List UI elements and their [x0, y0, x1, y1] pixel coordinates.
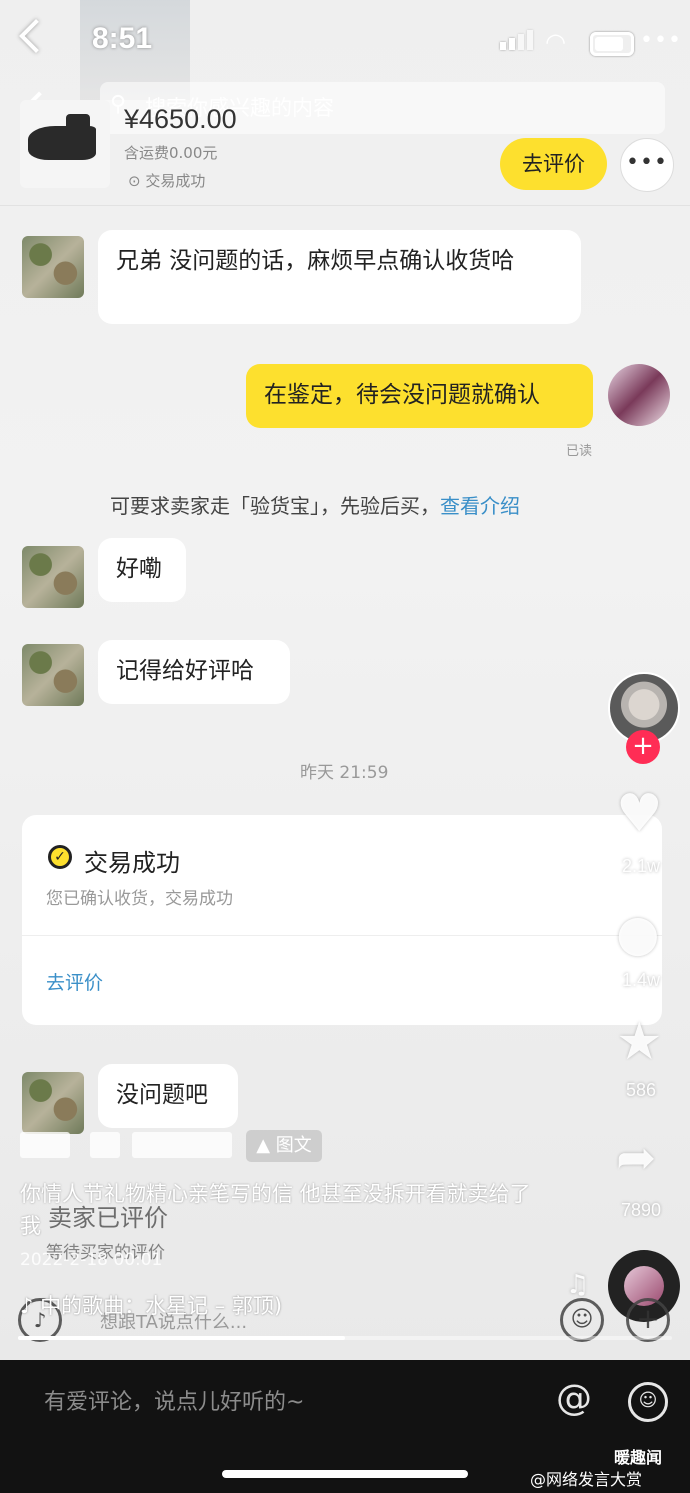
back-arrow-icon[interactable]	[19, 19, 53, 53]
seller-avatar[interactable]	[22, 236, 84, 298]
progress-fill	[18, 1336, 345, 1340]
battery-icon	[590, 32, 634, 56]
card-divider	[22, 935, 662, 936]
chat-screen: 8:51 ◠ ••• ⚲ 搜索你感兴趣的内容 ¥4650.00 含运费0.00元…	[0, 0, 690, 1360]
seller-avatar[interactable]	[22, 1072, 84, 1134]
watermark-title: 暖趣闻	[614, 1448, 663, 1467]
my-avatar[interactable]	[608, 364, 670, 426]
heart-icon[interactable]: ♥	[616, 784, 663, 844]
card-review-link[interactable]: 去评价	[46, 968, 103, 995]
product-price: ¥4650.00	[124, 104, 237, 134]
system-tip-text: 可要求卖家走「验货宝」，先验后买，	[110, 494, 440, 518]
post-date: 2022-2-18 00:01	[20, 1250, 163, 1270]
comment-input[interactable]: 有爱评论，说点儿好听的~	[44, 1384, 304, 1416]
wifi-icon: ◠	[545, 28, 566, 56]
message-bubble: 好嘞	[98, 538, 186, 602]
comments-count: 1.4w	[621, 970, 661, 990]
blurred-username	[90, 1132, 120, 1158]
favorites-count: 586	[625, 1080, 657, 1100]
message-bubble: 记得给好评哈	[98, 640, 290, 704]
mountain-icon: ▲	[256, 1135, 276, 1156]
follow-plus-icon[interactable]: +	[626, 730, 660, 764]
card-title: 交易成功	[84, 849, 180, 877]
check-circle-icon: ✓	[48, 845, 72, 869]
seller-avatar[interactable]	[22, 644, 84, 706]
at-mention-icon[interactable]: @	[556, 1378, 592, 1419]
music-icon: ♪	[20, 1294, 41, 1318]
music-title: 中的歌曲：水星记 – 郭顶)	[40, 1294, 283, 1318]
header-divider	[0, 205, 690, 206]
emoji-icon[interactable]: ☺	[628, 1382, 668, 1422]
system-tip: 可要求卖家走「验货宝」，先验后买，查看介绍	[110, 490, 520, 519]
video-caption: 你情人节礼物精心亲笔写的信 他甚至没拆开看就卖给了我	[20, 1182, 531, 1238]
music-info[interactable]: ♪ 中的歌曲：水星记 – 郭顶)	[20, 1290, 282, 1320]
comment-icon[interactable]: ●	[616, 904, 660, 962]
review-button[interactable]: 去评价	[500, 138, 607, 190]
image-text-tag: ▲ 图文	[246, 1130, 322, 1162]
message-timestamp: 昨天 21:59	[300, 763, 389, 783]
video-progress-bar[interactable]	[18, 1336, 672, 1340]
shares-count: 7890	[620, 1200, 662, 1220]
read-receipt: 已读	[566, 444, 593, 459]
home-indicator	[222, 1470, 468, 1478]
message-bubble: 没问题吧	[98, 1064, 238, 1128]
signal-icon	[500, 30, 536, 50]
my-message-bubble: 在鉴定，待会没问题就确认	[246, 364, 593, 428]
share-icon[interactable]: ➦	[616, 1130, 656, 1186]
seller-avatar[interactable]	[22, 546, 84, 608]
star-icon[interactable]: ★	[616, 1012, 663, 1072]
card-subtitle: 您已确认收货，交易成功	[46, 889, 233, 909]
likes-count: 2.1w	[621, 856, 661, 876]
more-dots-icon[interactable]: •••	[640, 28, 682, 53]
deal-status: ⊙ 交易成功	[128, 170, 205, 191]
view-intro-link[interactable]: 查看介绍	[440, 494, 520, 518]
music-note-icon: ♫	[566, 1270, 590, 1300]
tag-label: 图文	[275, 1135, 312, 1156]
shoe-image	[28, 114, 96, 160]
shipping-fee: 含运费0.00元	[124, 144, 218, 162]
message-bubble: 兄弟 没问题的话，麻烦早点确认收货哈	[98, 230, 581, 324]
more-options-button[interactable]: •••	[620, 138, 674, 192]
blurred-username	[20, 1132, 70, 1158]
deal-status-label: 交易成功	[145, 172, 206, 190]
watermark-handle: @网络发言大赏	[530, 1470, 643, 1489]
blurred-username	[132, 1132, 232, 1158]
check-circle-icon: ⊙	[128, 172, 146, 190]
status-time: 8:51	[92, 22, 153, 55]
